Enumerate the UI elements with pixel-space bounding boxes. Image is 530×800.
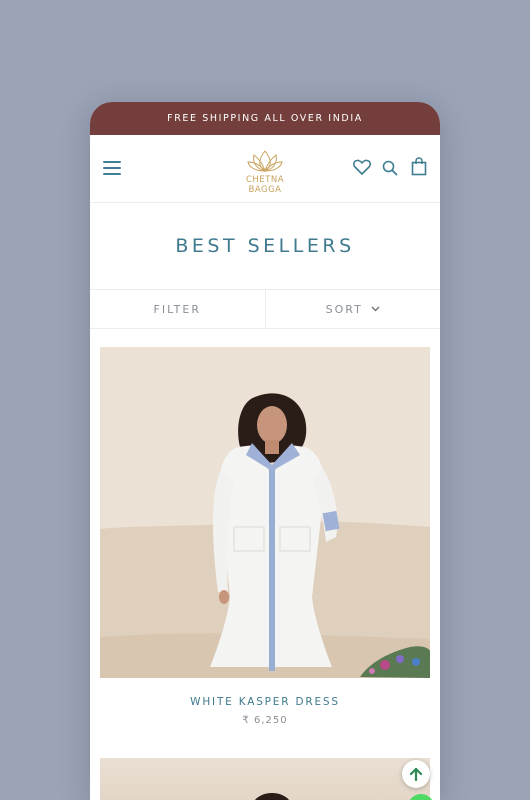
menu-icon[interactable] <box>103 161 121 175</box>
arrow-up-icon <box>409 767 423 781</box>
product-name[interactable]: WHITE KASPER DRESS <box>90 696 440 708</box>
sort-label: SORT <box>325 302 363 316</box>
product-photo-dress <box>100 347 430 678</box>
heart-icon[interactable] <box>353 159 371 175</box>
scroll-to-top-button[interactable] <box>402 760 430 788</box>
product-image[interactable] <box>100 347 430 678</box>
site-header: CHETNA BAGGA <box>90 135 440 203</box>
lotus-logo-icon <box>247 150 283 172</box>
search-icon[interactable] <box>382 160 398 176</box>
chevron-down-icon <box>371 306 380 312</box>
product-price: ₹ 6,250 <box>242 715 288 726</box>
phone-frame: FREE SHIPPING ALL OVER INDIA CHETNA BAGG… <box>90 102 440 800</box>
product-photo-next <box>254 793 290 800</box>
product-image-next[interactable] <box>100 758 430 800</box>
announcement-bar: FREE SHIPPING ALL OVER INDIA <box>90 102 440 135</box>
page-title: BEST SELLERS <box>90 203 440 290</box>
filter-sort-bar: FILTER SORT <box>90 290 440 329</box>
filter-button[interactable]: FILTER <box>90 290 266 328</box>
brand-logo[interactable]: CHETNA BAGGA <box>230 149 300 195</box>
brand-logo-text: CHETNA BAGGA <box>245 175 285 195</box>
announcement-text: FREE SHIPPING ALL OVER INDIA <box>167 113 363 124</box>
filter-label: FILTER <box>153 302 201 316</box>
sort-button[interactable]: SORT <box>266 290 441 328</box>
bag-icon[interactable] <box>411 157 427 176</box>
